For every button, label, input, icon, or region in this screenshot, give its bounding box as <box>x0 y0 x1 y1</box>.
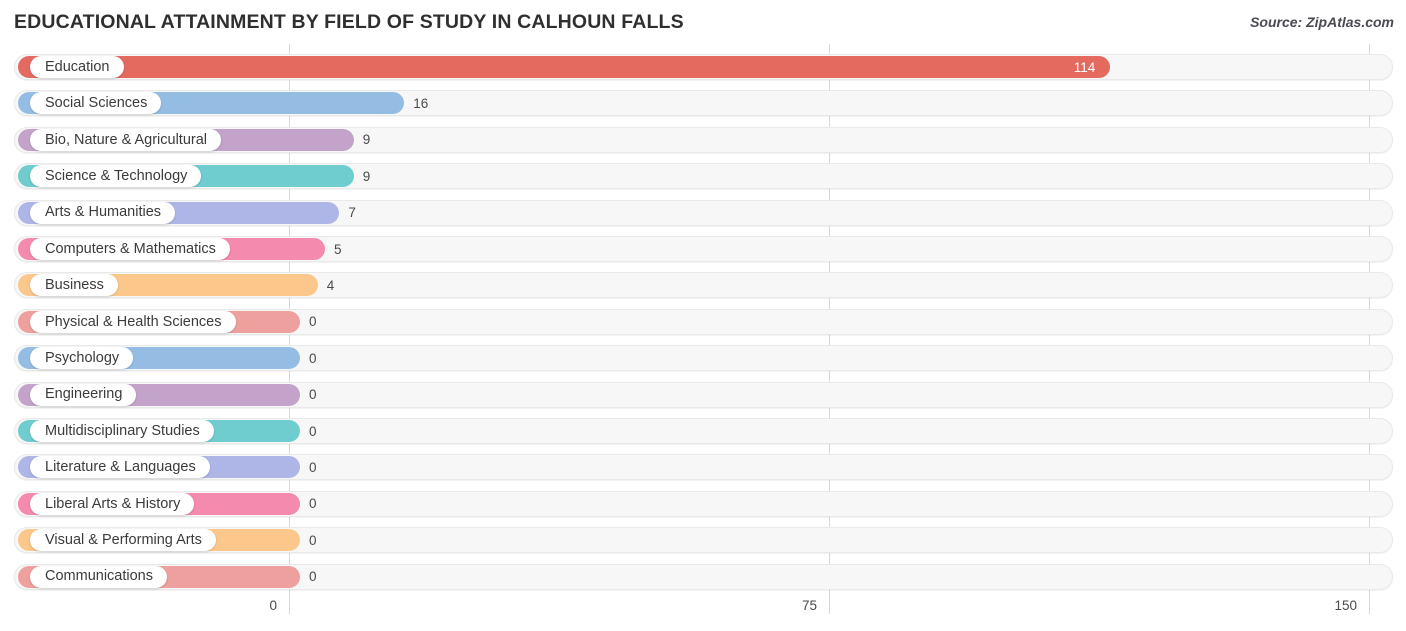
bar-label-pill: Business <box>30 274 118 297</box>
bar-category-label: Engineering <box>45 386 123 403</box>
chart-row: Visual & Performing Arts 0 <box>14 527 1393 554</box>
source-attribution: Source: ZipAtlas.com <box>1250 14 1394 30</box>
chart-row: Liberal Arts & History 0 <box>14 490 1393 517</box>
bar-value-label: 0 <box>309 423 317 439</box>
bar-value-label: 0 <box>309 314 317 330</box>
bar-education[interactable] <box>18 56 1110 78</box>
bar-category-label: Computers & Mathematics <box>45 240 216 257</box>
bar-value-label: 0 <box>309 496 317 512</box>
bar-value-label: 0 <box>309 350 317 366</box>
bar-category-label: Psychology <box>45 349 120 366</box>
bar-label-pill: Bio, Nature & Agricultural <box>30 128 221 151</box>
chart-row: Psychology 0 <box>14 345 1393 372</box>
bar-category-label: Business <box>45 277 104 294</box>
bar-label-pill: Communications <box>30 565 167 588</box>
axis-tick-mark <box>289 594 290 614</box>
bar-value-label: 0 <box>309 532 317 548</box>
bar-label-pill: Computers & Mathematics <box>30 238 230 260</box>
bar-category-label: Education <box>45 58 110 75</box>
bar-category-label: Multidisciplinary Studies <box>45 422 200 439</box>
axis-tick-label-0: 0 <box>269 598 277 613</box>
chart-row: Communications 0 <box>14 563 1393 590</box>
chart-row: Bio, Nature & Agricultural 9 <box>14 126 1393 153</box>
bar-category-label: Communications <box>45 568 153 585</box>
bar-category-label: Liberal Arts & History <box>45 495 181 512</box>
bar-value-label: 16 <box>413 95 429 111</box>
bar-category-label: Literature & Languages <box>45 459 196 476</box>
chart-header: EDUCATIONAL ATTAINMENT BY FIELD OF STUDY… <box>0 0 1406 44</box>
bar-category-label: Social Sciences <box>45 95 148 112</box>
chart-row: Social Sciences 16 <box>14 90 1393 117</box>
axis-tick-label-75: 75 <box>801 598 817 613</box>
chart-row: Literature & Languages 0 <box>14 454 1393 481</box>
chart-row: Education 114 <box>14 54 1393 80</box>
chart-row: Computers & Mathematics 5 <box>14 236 1393 262</box>
bar-value-label: 0 <box>309 459 317 475</box>
chart-row: Business 4 <box>14 272 1393 299</box>
bar-value-label: 5 <box>334 241 342 257</box>
bar-value-label: 7 <box>348 205 356 221</box>
chart-bar-rows: Education 114 Social Sciences 16 Bio, Nature… <box>0 44 1406 594</box>
chart-row: Multidisciplinary Studies 0 <box>14 418 1393 444</box>
bar-category-label: Arts & Humanities <box>45 204 162 221</box>
chart-row: Science & Technology 9 <box>14 163 1393 190</box>
bar-label-pill: Literature & Languages <box>30 456 210 479</box>
bar-value-label: 9 <box>362 168 371 184</box>
bar-category-label: Bio, Nature & Agricultural <box>45 131 207 148</box>
chart-row: Engineering 0 <box>14 381 1393 408</box>
bar-category-label: Science & Technology <box>45 167 188 184</box>
axis-tick-mark <box>1369 594 1370 614</box>
chart-plot-area: Education 114 Social Sciences 16 Bio, Nature… <box>0 44 1406 594</box>
bar-label-pill: Physical & Health Sciences <box>30 310 236 333</box>
bar-label-pill: Social Sciences <box>30 92 162 115</box>
axis-tick-label-150: 150 <box>1334 598 1357 613</box>
bar-label-pill: Psychology <box>30 347 134 370</box>
bar-value-label: 9 <box>362 132 371 148</box>
bar-value-label: 0 <box>309 387 317 403</box>
bar-value-label: 0 <box>309 569 317 585</box>
bar-label-pill: Liberal Arts & History <box>30 492 195 515</box>
bar-category-label: Physical & Health Sciences <box>45 313 222 330</box>
bar-category-label: Visual & Performing Arts <box>45 531 202 548</box>
axis-tick-mark <box>829 594 830 614</box>
bar-label-pill: Science & Technology <box>30 165 202 188</box>
bar-label-pill: Multidisciplinary Studies <box>30 420 214 442</box>
bar-value-label: 4 <box>326 277 335 293</box>
bar-value-label: 114 <box>1073 59 1096 75</box>
bar-label-pill: Education <box>30 56 124 78</box>
bar-label-pill: Visual & Performing Arts <box>30 529 216 552</box>
page-title: EDUCATIONAL ATTAINMENT BY FIELD OF STUDY… <box>14 11 684 33</box>
bar-label-pill: Arts & Humanities <box>30 201 176 224</box>
bar-label-pill: Engineering <box>30 383 137 406</box>
chart-x-axis: 0 75 150 <box>0 594 1406 631</box>
chart-row: Physical & Health Sciences 0 <box>14 308 1393 335</box>
chart-row: Arts & Humanities 7 <box>14 199 1393 226</box>
